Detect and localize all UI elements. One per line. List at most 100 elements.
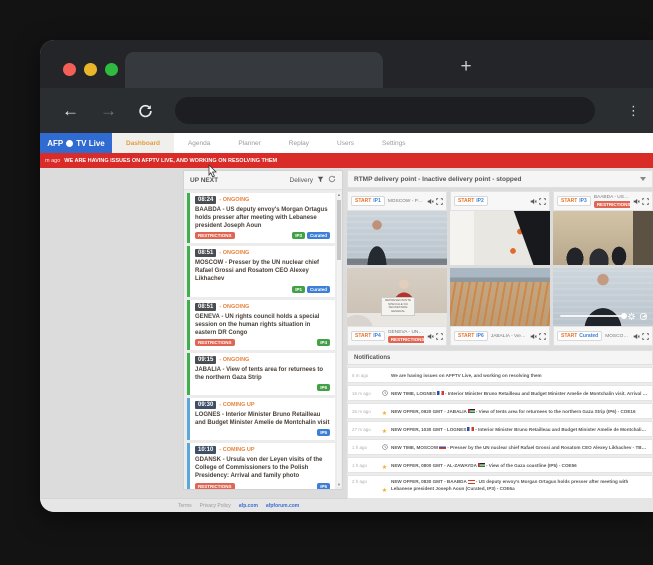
notification-row[interactable]: 2 h ago ★ NEW OFFER, 0830 GMT - BAABDA- … [347,475,653,499]
up-next-item-moscow[interactable]: 08:51ONGOING MOSCOW - Presser by the UN … [187,246,335,296]
notification-row[interactable]: 1 h ago NEW TIME, MOSCOW- Presser by the… [347,439,653,455]
notification-row[interactable]: 16 m ago NEW TIME, LOGNES- Interior Mini… [347,385,653,401]
mute-icon[interactable] [633,333,640,340]
fullscreen-icon[interactable] [539,333,546,340]
nav-planner[interactable]: Planner [224,133,274,153]
alert-time: m ago [45,158,60,164]
up-next-item-jabalia[interactable]: 09:15ONGOING JABALIA - View of tents are… [187,353,335,395]
event-time: 08:24 [195,196,216,204]
minimize-window-icon[interactable] [84,63,97,76]
up-next-list[interactable]: 08:24 ONGOING BAABDA - US deputy envoy's … [184,190,342,489]
start-ip2-button[interactable]: STARTIP2 [454,196,488,206]
palestine-flag-icon [478,463,485,467]
new-tab-button[interactable]: + [452,53,480,81]
start-ip1-button[interactable]: STARTIP1 [351,196,385,206]
video-thumbnail-jabalia-ip6[interactable] [450,268,550,326]
up-next-scrollbar[interactable]: ▲ ▼ [337,192,341,487]
start-target: IP3 [579,198,587,204]
event-title: BAABDA - US deputy envoy's Morgan Ortagu… [195,206,330,230]
browser-titlebar: + [40,40,653,88]
up-next-item-gdansk[interactable]: 10:10COMING UP GDANSK - Ursula von der L… [187,443,335,489]
fullscreen-icon[interactable] [436,333,443,340]
logo-afp-text: AFP [47,139,63,148]
nav-agenda[interactable]: Agenda [174,133,224,153]
start-target: IP4 [373,333,381,339]
reload-icon[interactable] [138,103,153,118]
notification-row[interactable]: 26 m ago ★ NEW OFFER, 0920 GMT - JABALIA… [347,403,653,419]
close-window-icon[interactable] [63,63,76,76]
share-icon[interactable] [639,312,648,321]
chevron-down-icon[interactable] [640,177,646,181]
restrictions-badge: RESTRICTIONS [388,336,424,343]
afp-com-link[interactable]: afp.com [239,503,258,509]
browser-menu-icon[interactable]: ⋮ [627,103,640,119]
nav-replay[interactable]: Replay [275,133,323,153]
tile-bar: STARTIP3 BAABDA - US deputy en... RESTRI… [553,191,653,211]
event-title: GDANSK - Ursula von der Leyen visits of … [195,456,330,480]
event-time: 09:30 [195,401,216,409]
mute-icon[interactable] [633,198,640,205]
scrollbar-thumb[interactable] [337,200,341,260]
delivery-badge: IP6 [317,384,330,391]
page-footer: Terms Privacy Policy afp.com afpforum.co… [40,498,653,512]
notifications-header: Notifications [347,350,653,365]
afpforum-com-link[interactable]: afpforum.com [266,503,299,509]
address-bar[interactable] [175,97,595,124]
scroll-down-icon[interactable]: ▼ [337,482,341,487]
video-thumbnail-geneva-ip4[interactable]: REPRESENTANTE SPECIALE DU SECRETAIRE GEN… [347,268,447,326]
start-curated-button[interactable]: STARTCurated [557,331,602,341]
nav-users[interactable]: Users [323,133,368,153]
mute-icon[interactable] [427,198,434,205]
nav-settings[interactable]: Settings [368,133,420,153]
event-title: LOGNES - Interior Minister Bruno Retaill… [195,411,330,427]
notification-row[interactable]: 27 m ago ★ NEW OFFER, 1030 GMT - LOGNES-… [347,421,653,437]
back-icon[interactable]: ← [62,101,79,121]
refresh-icon[interactable] [328,175,336,185]
browser-tab[interactable] [125,52,383,88]
start-target: IP6 [476,333,484,339]
up-next-item-baabda[interactable]: 08:24ONGOING BAABDA - US deputy envoy's … [187,193,335,243]
terms-link[interactable]: Terms [178,503,192,509]
event-time: 10:10 [195,446,216,454]
scroll-up-icon[interactable]: ▲ [337,192,341,197]
settings-gear-icon[interactable] [627,312,636,321]
tile-title: BAABDA - US deputy en... [594,195,630,200]
up-next-item-geneva[interactable]: 08:51ONGOING GENEVA - UN rights council … [187,300,335,350]
up-next-item-lognes[interactable]: 09:30COMING UP LOGNES - Interior Ministe… [187,398,335,440]
delivery-label: Delivery [290,177,313,184]
rtmp-panel: RTMP delivery point - Inactive delivery … [347,170,653,346]
start-ip6-button[interactable]: STARTIP6 [454,331,488,341]
nav-dashboard[interactable]: Dashboard [112,133,174,153]
privacy-policy-link[interactable]: Privacy Policy [200,503,231,509]
notification-row[interactable]: 1 h ago ★ NEW OFFER, 0800 GMT - AL-ZAWAY… [347,457,653,473]
video-thumbnail-moscow-ip1[interactable] [347,211,447,265]
notification-text: NEW OFFER, 0800 GMT - AL-ZAWAYDA- View o… [391,463,577,468]
fullscreen-icon[interactable] [436,198,443,205]
afp-tv-live-logo[interactable]: AFP TV Live [40,133,112,153]
start-ip4-button[interactable]: STARTIP4 [351,331,385,341]
start-label: START [561,198,577,204]
video-thumbnail-baabda-ip3[interactable] [553,211,653,265]
start-ip3-button[interactable]: STARTIP3 [557,196,591,206]
notification-text: We are having issues on AFPTV Live, and … [391,373,542,378]
video-thumbnail-moscow-curated[interactable] [553,268,653,326]
filter-funnel-icon[interactable] [317,176,324,185]
mute-icon[interactable] [530,198,537,205]
fullscreen-icon[interactable] [642,333,649,340]
mute-icon[interactable] [530,333,537,340]
start-label: START [458,333,474,339]
video-thumbnail-ip2[interactable] [450,211,550,265]
mouse-cursor [208,164,218,183]
logo-product-text: TV Live [76,139,104,148]
fullscreen-icon[interactable] [539,198,546,205]
fullscreen-icon[interactable] [642,198,649,205]
mute-icon[interactable] [427,333,434,340]
notification-row[interactable]: 8 m ago We are having issues on AFPTV Li… [347,367,653,383]
notification-time: 1 h ago [352,445,378,450]
event-status: ONGOING [219,250,249,256]
forward-icon[interactable]: → [100,101,117,121]
video-seekbar[interactable] [560,315,625,317]
dashboard-content: UP NEXT Delivery 08:24ONGOING BAABDA - U… [40,168,653,498]
rtmp-tile-ip1: STARTIP1 MOSCOW - Presser by t... [347,191,447,265]
maximize-window-icon[interactable] [105,63,118,76]
